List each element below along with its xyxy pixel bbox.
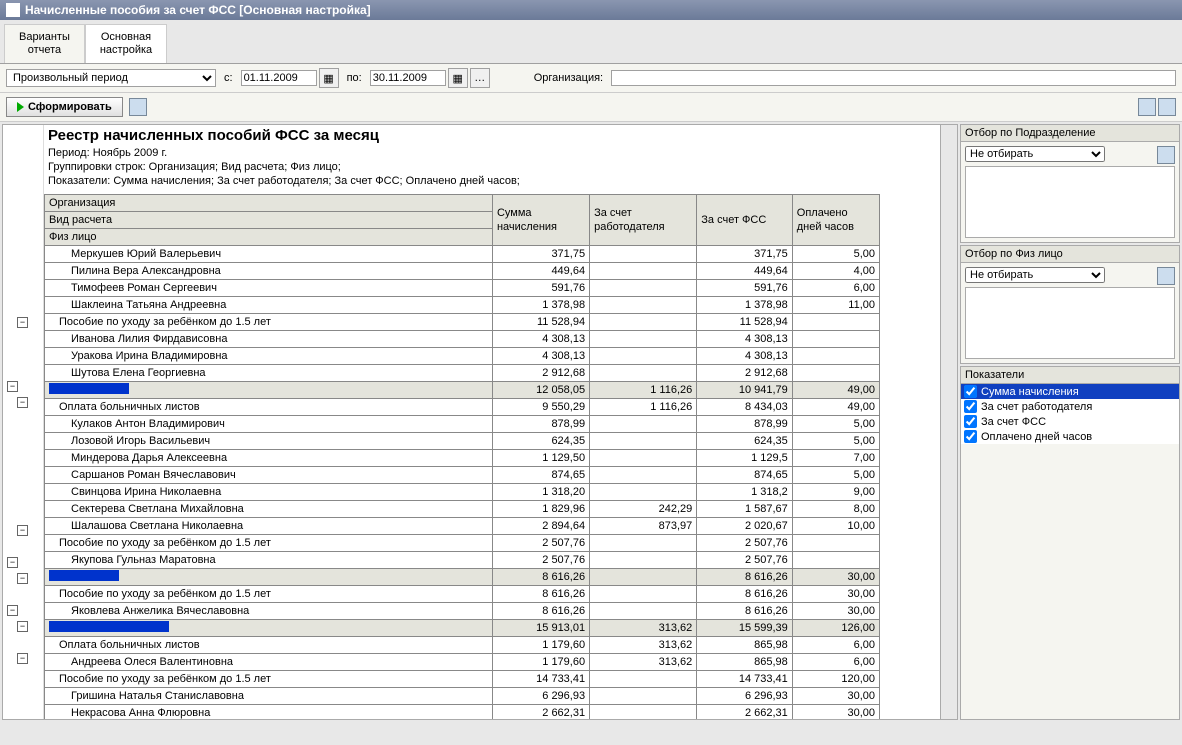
date-to-picker-icon[interactable]: ▦ — [448, 68, 468, 88]
table-row[interactable]: Яковлева Анжелика Вячеславовна8 616,268 … — [45, 603, 880, 620]
tree-toggle[interactable]: − — [17, 397, 28, 408]
filter-person-title: Отбор по Физ лицо — [961, 246, 1179, 263]
indicator-item[interactable]: Оплачено дней часов — [961, 429, 1179, 444]
report-period: Период: Ноябрь 2009 г. — [44, 146, 940, 160]
col-fss: За счет ФСС — [697, 195, 793, 246]
date-from-picker-icon[interactable]: ▦ — [319, 68, 339, 88]
report-area: Реестр начисленных пособий ФСС за месяц … — [44, 125, 940, 719]
date-to-input[interactable] — [370, 70, 446, 86]
action-toolbar: Сформировать — [0, 93, 1182, 122]
view-icon-2[interactable] — [1158, 98, 1176, 116]
date-extra-button[interactable]: … — [470, 68, 490, 88]
table-row[interactable]: Саршанов Роман Вячеславович874,65874,655… — [45, 467, 880, 484]
table-row[interactable]: Шалашова Светлана Николаевна2 894,64873,… — [45, 518, 880, 535]
table-row[interactable]: Сектерева Светлана Михайловна1 829,96242… — [45, 501, 880, 518]
window-title: Начисленные пособия за счет ФСС [Основна… — [25, 3, 371, 17]
indicator-label: За счет работодателя — [981, 401, 1092, 413]
tab-variants[interactable]: Варианты отчета — [4, 24, 85, 63]
tree-toggle[interactable]: − — [7, 381, 18, 392]
table-row[interactable]: Пособие по уходу за ребёнком до 1.5 лет2… — [45, 535, 880, 552]
tree-outline: −−−−−−−−−− — [3, 125, 44, 719]
vertical-scrollbar[interactable] — [940, 125, 957, 719]
indicator-checkbox[interactable] — [964, 400, 977, 413]
table-row[interactable]: Меркушев Юрий Валерьевич371,75371,755,00 — [45, 246, 880, 263]
indicator-label: За счет ФСС — [981, 416, 1046, 428]
table-row[interactable]: Миндерова Дарья Алексеевна1 129,501 129,… — [45, 450, 880, 467]
tree-toggle[interactable]: − — [17, 317, 28, 328]
form-tabs: Варианты отчета Основная настройка — [0, 20, 1182, 64]
table-row[interactable]: 15 913,01313,6215 599,39126,00 — [45, 620, 880, 637]
table-row[interactable]: Пособие по уходу за ребёнком до 1.5 лет1… — [45, 314, 880, 331]
tree-toggle[interactable]: − — [7, 557, 18, 568]
table-row[interactable]: Якупова Гульназ Маратовна2 507,762 507,7… — [45, 552, 880, 569]
indicator-item[interactable]: Сумма начисления — [961, 384, 1179, 399]
col-employer: За счет работодателя — [590, 195, 697, 246]
tree-toggle[interactable]: − — [17, 573, 28, 584]
report-indicators: Показатели: Сумма начисления; За счет ра… — [44, 174, 940, 188]
tree-toggle[interactable]: − — [7, 605, 18, 616]
organization-input[interactable] — [611, 70, 1176, 86]
table-row[interactable]: Тимофеев Роман Сергеевич591,76591,766,00 — [45, 280, 880, 297]
indicators-panel: Показатели Сумма начисления За счет работ… — [960, 366, 1180, 720]
table-row[interactable]: Иванова Лилия Фирдависовна4 308,134 308,… — [45, 331, 880, 348]
table-row[interactable]: Шутова Елена Георгиевна2 912,682 912,68 — [45, 365, 880, 382]
table-row[interactable]: Лозовой Игорь Васильевич624,35624,355,00 — [45, 433, 880, 450]
to-label: по: — [347, 72, 362, 84]
filter-department-extra-icon[interactable] — [1157, 146, 1175, 164]
filter-person-extra-icon[interactable] — [1157, 267, 1175, 285]
filter-department-panel: Отбор по Подразделение Не отбирать — [960, 124, 1180, 243]
title-bar: Начисленные пособия за счет ФСС [Основна… — [0, 0, 1182, 20]
table-row[interactable]: Пилина Вера Александровна449,64449,644,0… — [45, 263, 880, 280]
table-row[interactable]: Гришина Наталья Станиславовна6 296,936 2… — [45, 688, 880, 705]
table-row[interactable]: Андреева Олеся Валентиновна1 179,60313,6… — [45, 654, 880, 671]
org-label: Организация: — [534, 72, 603, 84]
period-select[interactable]: Произвольный период — [6, 69, 216, 87]
table-row[interactable]: Кулаков Антон Владимирович878,99878,995,… — [45, 416, 880, 433]
table-row[interactable]: Оплата больничных листов1 179,60313,6286… — [45, 637, 880, 654]
table-row[interactable]: Пособие по уходу за ребёнком до 1.5 лет1… — [45, 671, 880, 688]
col-person: Физ лицо — [45, 229, 493, 246]
filter-department-title: Отбор по Подразделение — [961, 125, 1179, 142]
date-from-input[interactable] — [241, 70, 317, 86]
period-toolbar: Произвольный период с: ▦ по: ▦ … Организ… — [0, 64, 1182, 93]
indicator-checkbox[interactable] — [964, 385, 977, 398]
from-label: с: — [224, 72, 233, 84]
tree-toggle[interactable]: − — [17, 525, 28, 536]
indicator-item[interactable]: За счет ФСС — [961, 414, 1179, 429]
app-icon — [6, 3, 20, 17]
view-icon-1[interactable] — [1138, 98, 1156, 116]
settings-icon[interactable] — [129, 98, 147, 116]
table-row[interactable]: 8 616,268 616,2630,00 — [45, 569, 880, 586]
table-row[interactable]: Свинцова Ирина Николаевна1 318,201 318,2… — [45, 484, 880, 501]
table-row[interactable]: 12 058,051 116,2610 941,7949,00 — [45, 382, 880, 399]
filter-department-select[interactable]: Не отбирать — [965, 146, 1105, 162]
table-row[interactable]: Шаклеина Татьяна Андреевна1 378,981 378,… — [45, 297, 880, 314]
table-row[interactable]: Пособие по уходу за ребёнком до 1.5 лет8… — [45, 586, 880, 603]
indicator-checkbox[interactable] — [964, 415, 977, 428]
tree-toggle[interactable]: − — [17, 621, 28, 632]
indicator-label: Сумма начисления — [981, 386, 1079, 398]
indicator-label: Оплачено дней часов — [981, 431, 1092, 443]
table-row[interactable]: Некрасова Анна Флюровна2 662,312 662,313… — [45, 705, 880, 720]
table-row[interactable]: Оплата больничных листов9 550,291 116,26… — [45, 399, 880, 416]
report-title: Реестр начисленных пособий ФСС за месяц — [44, 125, 940, 146]
report-table: Организация Сумма начисления За счет раб… — [44, 194, 880, 719]
tree-toggle[interactable]: − — [17, 653, 28, 664]
table-row[interactable]: Уракова Ирина Владимировна4 308,134 308,… — [45, 348, 880, 365]
tab-main-settings[interactable]: Основная настройка — [85, 24, 167, 63]
filter-department-list[interactable] — [965, 166, 1175, 238]
generate-button[interactable]: Сформировать — [6, 97, 123, 117]
col-sum: Сумма начисления — [492, 195, 589, 246]
col-days: Оплачено дней часов — [792, 195, 879, 246]
filter-person-list[interactable] — [965, 287, 1175, 359]
indicator-item[interactable]: За счет работодателя — [961, 399, 1179, 414]
filter-person-select[interactable]: Не отбирать — [965, 267, 1105, 283]
play-icon — [17, 102, 24, 112]
filter-person-panel: Отбор по Физ лицо Не отбирать — [960, 245, 1180, 364]
col-calc-type: Вид расчета — [45, 212, 493, 229]
indicators-title: Показатели — [961, 367, 1179, 384]
col-organization: Организация — [45, 195, 493, 212]
report-groupings: Группировки строк: Организация; Вид расч… — [44, 160, 940, 174]
indicator-checkbox[interactable] — [964, 430, 977, 443]
